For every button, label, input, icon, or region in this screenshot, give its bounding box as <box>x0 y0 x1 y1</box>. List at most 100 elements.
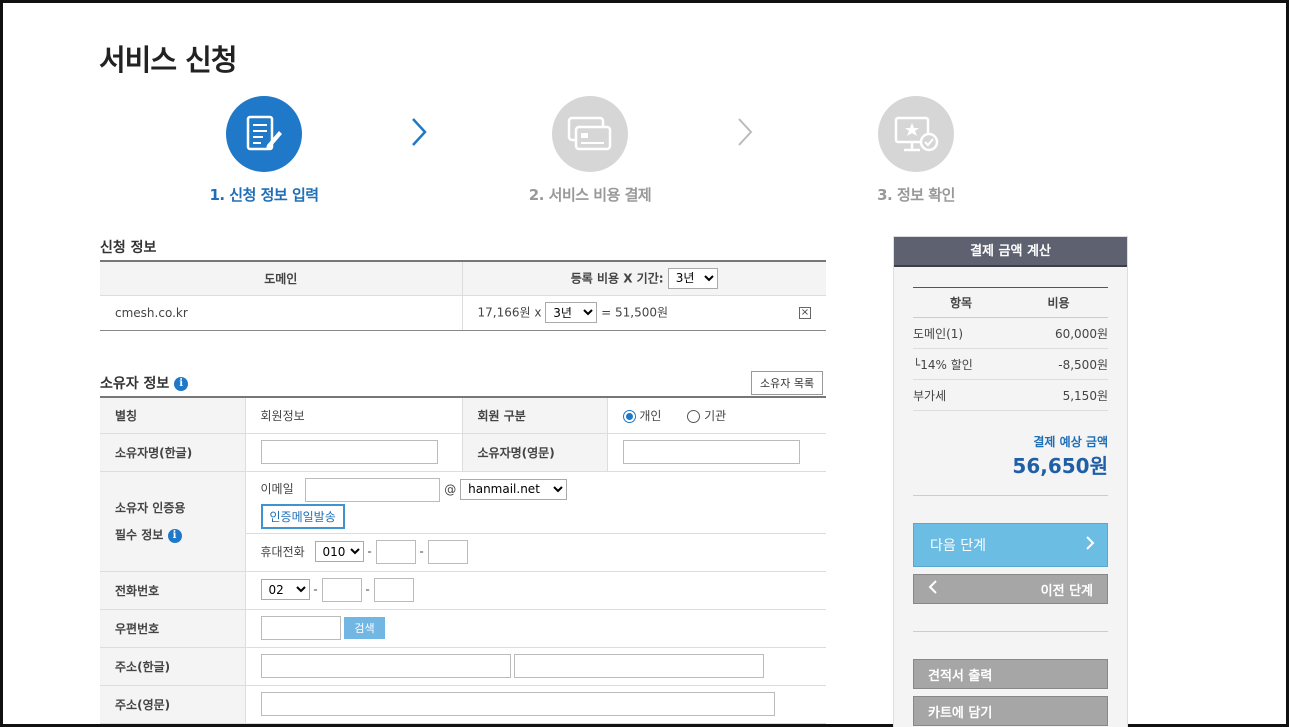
item-name: 부가세 <box>913 379 1009 411</box>
step-3: 3. 정보 확인 <box>826 96 1006 205</box>
email-at: @ <box>444 482 457 496</box>
next-step-label: 다음 단계 <box>930 538 986 554</box>
zip-input[interactable] <box>260 616 341 640</box>
zip-cell: 검색 <box>245 609 826 648</box>
email-domain-select[interactable]: hanmail.net <box>460 478 568 500</box>
summary-table: 항목 비용 도메인(1) 60,000원 └14% 할인 -8,500원 부가세… <box>913 287 1108 411</box>
remove-icon[interactable]: × <box>799 306 811 319</box>
mobile-label: 휴대전화 <box>260 544 305 559</box>
domain-name: cmesh.co.kr <box>100 295 462 331</box>
item-name: └14% 할인 <box>913 348 1009 380</box>
period-header-select[interactable]: 3년 <box>667 267 718 289</box>
name-kr-label: 소유자명(한글) <box>100 433 246 472</box>
email-id-input[interactable] <box>305 477 441 502</box>
table-row: 부가세 5,150원 <box>913 379 1108 411</box>
dash: - <box>365 582 370 597</box>
table-row: 주소(한글) <box>100 647 826 686</box>
payment-summary-panel: 결제 금액 계산 항목 비용 도메인(1) 60,000원 └14% 할인 -8… <box>893 236 1128 727</box>
item-cost-discount: -8,500원 <box>1009 348 1108 380</box>
email-cell: 이메일 @ hanmail.net 인증메일발송 <box>245 471 827 534</box>
info-icon[interactable]: i <box>167 528 182 543</box>
radio-org-label: 기관 <box>704 408 727 423</box>
mobile-last-input[interactable] <box>427 540 468 564</box>
phone-last-input[interactable] <box>373 578 414 602</box>
print-quote-button[interactable]: 견적서 출력 <box>913 659 1108 689</box>
phone-prefix-select[interactable]: 02 <box>260 579 310 600</box>
name-kr-cell <box>245 433 462 472</box>
step-1: 1. 신청 정보 입력 <box>174 96 354 205</box>
alias-value: 회원정보 <box>245 397 462 434</box>
zip-search-button[interactable]: 검색 <box>344 616 385 639</box>
owner-title-text: 소유자 정보 <box>100 376 170 392</box>
step-1-label: 1. 신청 정보 입력 <box>209 186 319 204</box>
col-cost: 비용 <box>1009 287 1108 318</box>
prev-step-button[interactable]: 이전 단계 <box>913 574 1108 604</box>
table-row: 별칭 회원정보 회원 구분 개인 기관 <box>100 397 826 434</box>
verify-row: 인증메일발송 <box>260 503 827 529</box>
phone-mid-input[interactable] <box>321 578 362 602</box>
table-row: 우편번호 검색 <box>100 609 826 648</box>
item-name: 도메인(1) <box>913 317 1009 349</box>
addr-kr-input-2[interactable] <box>514 654 765 678</box>
panel-title: 결제 금액 계산 <box>894 237 1127 267</box>
total-amount: 56,650원 <box>1012 454 1108 478</box>
owner-table: 별칭 회원정보 회원 구분 개인 기관 소유자명(한글) 소유자명(영문) 소유… <box>100 396 826 724</box>
radio-personal-label: 개인 <box>639 408 662 423</box>
auth-label-line2-wrap: 필수 정보 i <box>115 526 245 543</box>
table-row: 전화번호 02 - - <box>100 571 826 610</box>
table-row: └14% 할인 -8,500원 <box>913 348 1108 380</box>
member-type-label: 회원 구분 <box>461 397 608 434</box>
radio-personal[interactable] <box>622 409 636 423</box>
email-label: 이메일 <box>260 482 294 496</box>
form-edit-icon <box>226 96 302 172</box>
prev-step-label: 이전 단계 <box>1040 583 1093 599</box>
col-fee: 등록 비용 X 기간: 3년 <box>461 261 826 296</box>
monitor-check-icon <box>878 96 954 172</box>
table-row: cmesh.co.kr 17,166원 x 3년 = 51,500원 × <box>100 295 826 331</box>
apply-table: 도메인 등록 비용 X 기간: 3년 cmesh.co.kr 17,166원 x… <box>100 260 826 331</box>
name-kr-input[interactable] <box>260 440 438 464</box>
apply-section-title: 신청 정보 <box>100 240 157 256</box>
col-fee-label: 등록 비용 X 기간: <box>570 271 664 286</box>
alias-label: 별칭 <box>100 397 246 434</box>
item-cost: 60,000원 <box>1009 317 1108 349</box>
add-to-cart-button[interactable]: 카트에 담기 <box>913 696 1108 726</box>
addr-kr-input-1[interactable] <box>260 654 511 678</box>
chevron-right-icon <box>735 115 755 157</box>
item-cost: 5,150원 <box>1009 379 1108 411</box>
period-select[interactable]: 3년 <box>545 302 598 323</box>
info-icon[interactable]: i <box>174 377 189 391</box>
fee-cell: 17,166원 x 3년 = 51,500원 × <box>461 295 826 331</box>
dash: - <box>367 544 372 559</box>
send-verify-email-button[interactable]: 인증메일발송 <box>260 503 345 529</box>
step-2-label: 2. 서비스 비용 결제 <box>528 186 652 204</box>
mobile-mid-input[interactable] <box>375 540 416 564</box>
col-item: 항목 <box>913 287 1009 318</box>
addr-en-input[interactable] <box>260 692 775 716</box>
addr-kr-label: 주소(한글) <box>100 647 246 686</box>
name-en-cell <box>607 433 826 472</box>
member-type-options: 개인 기관 <box>607 397 826 434</box>
table-row: 소유자 인증용 필수 정보 i 이메일 @ hanmail.net 인증메일발송 <box>100 471 827 572</box>
divider <box>913 495 1108 496</box>
next-step-button[interactable]: 다음 단계 <box>913 523 1108 567</box>
credit-card-icon <box>552 96 628 172</box>
page-title: 서비스 신청 <box>99 43 237 77</box>
chevron-left-icon <box>928 579 938 599</box>
chevron-right-icon <box>409 115 429 157</box>
name-en-input[interactable] <box>622 440 800 464</box>
owner-list-button[interactable]: 소유자 목록 <box>751 371 824 395</box>
chevron-right-icon <box>1085 535 1095 555</box>
phone-label: 전화번호 <box>100 571 246 610</box>
col-domain: 도메인 <box>100 261 462 296</box>
summary-table-wrap: 항목 비용 도메인(1) 60,000원 └14% 할인 -8,500원 부가세… <box>913 287 1108 726</box>
addr-en-cell <box>245 685 826 724</box>
step-3-label: 3. 정보 확인 <box>877 186 955 204</box>
radio-org[interactable] <box>687 409 701 423</box>
mobile-prefix-select[interactable]: 010 <box>314 541 364 562</box>
zip-label: 우편번호 <box>100 609 246 648</box>
auth-label-line1: 소유자 인증용 <box>115 501 186 515</box>
auth-label: 소유자 인증용 필수 정보 i <box>100 471 246 572</box>
dash: - <box>313 582 318 597</box>
dash: - <box>419 544 424 559</box>
